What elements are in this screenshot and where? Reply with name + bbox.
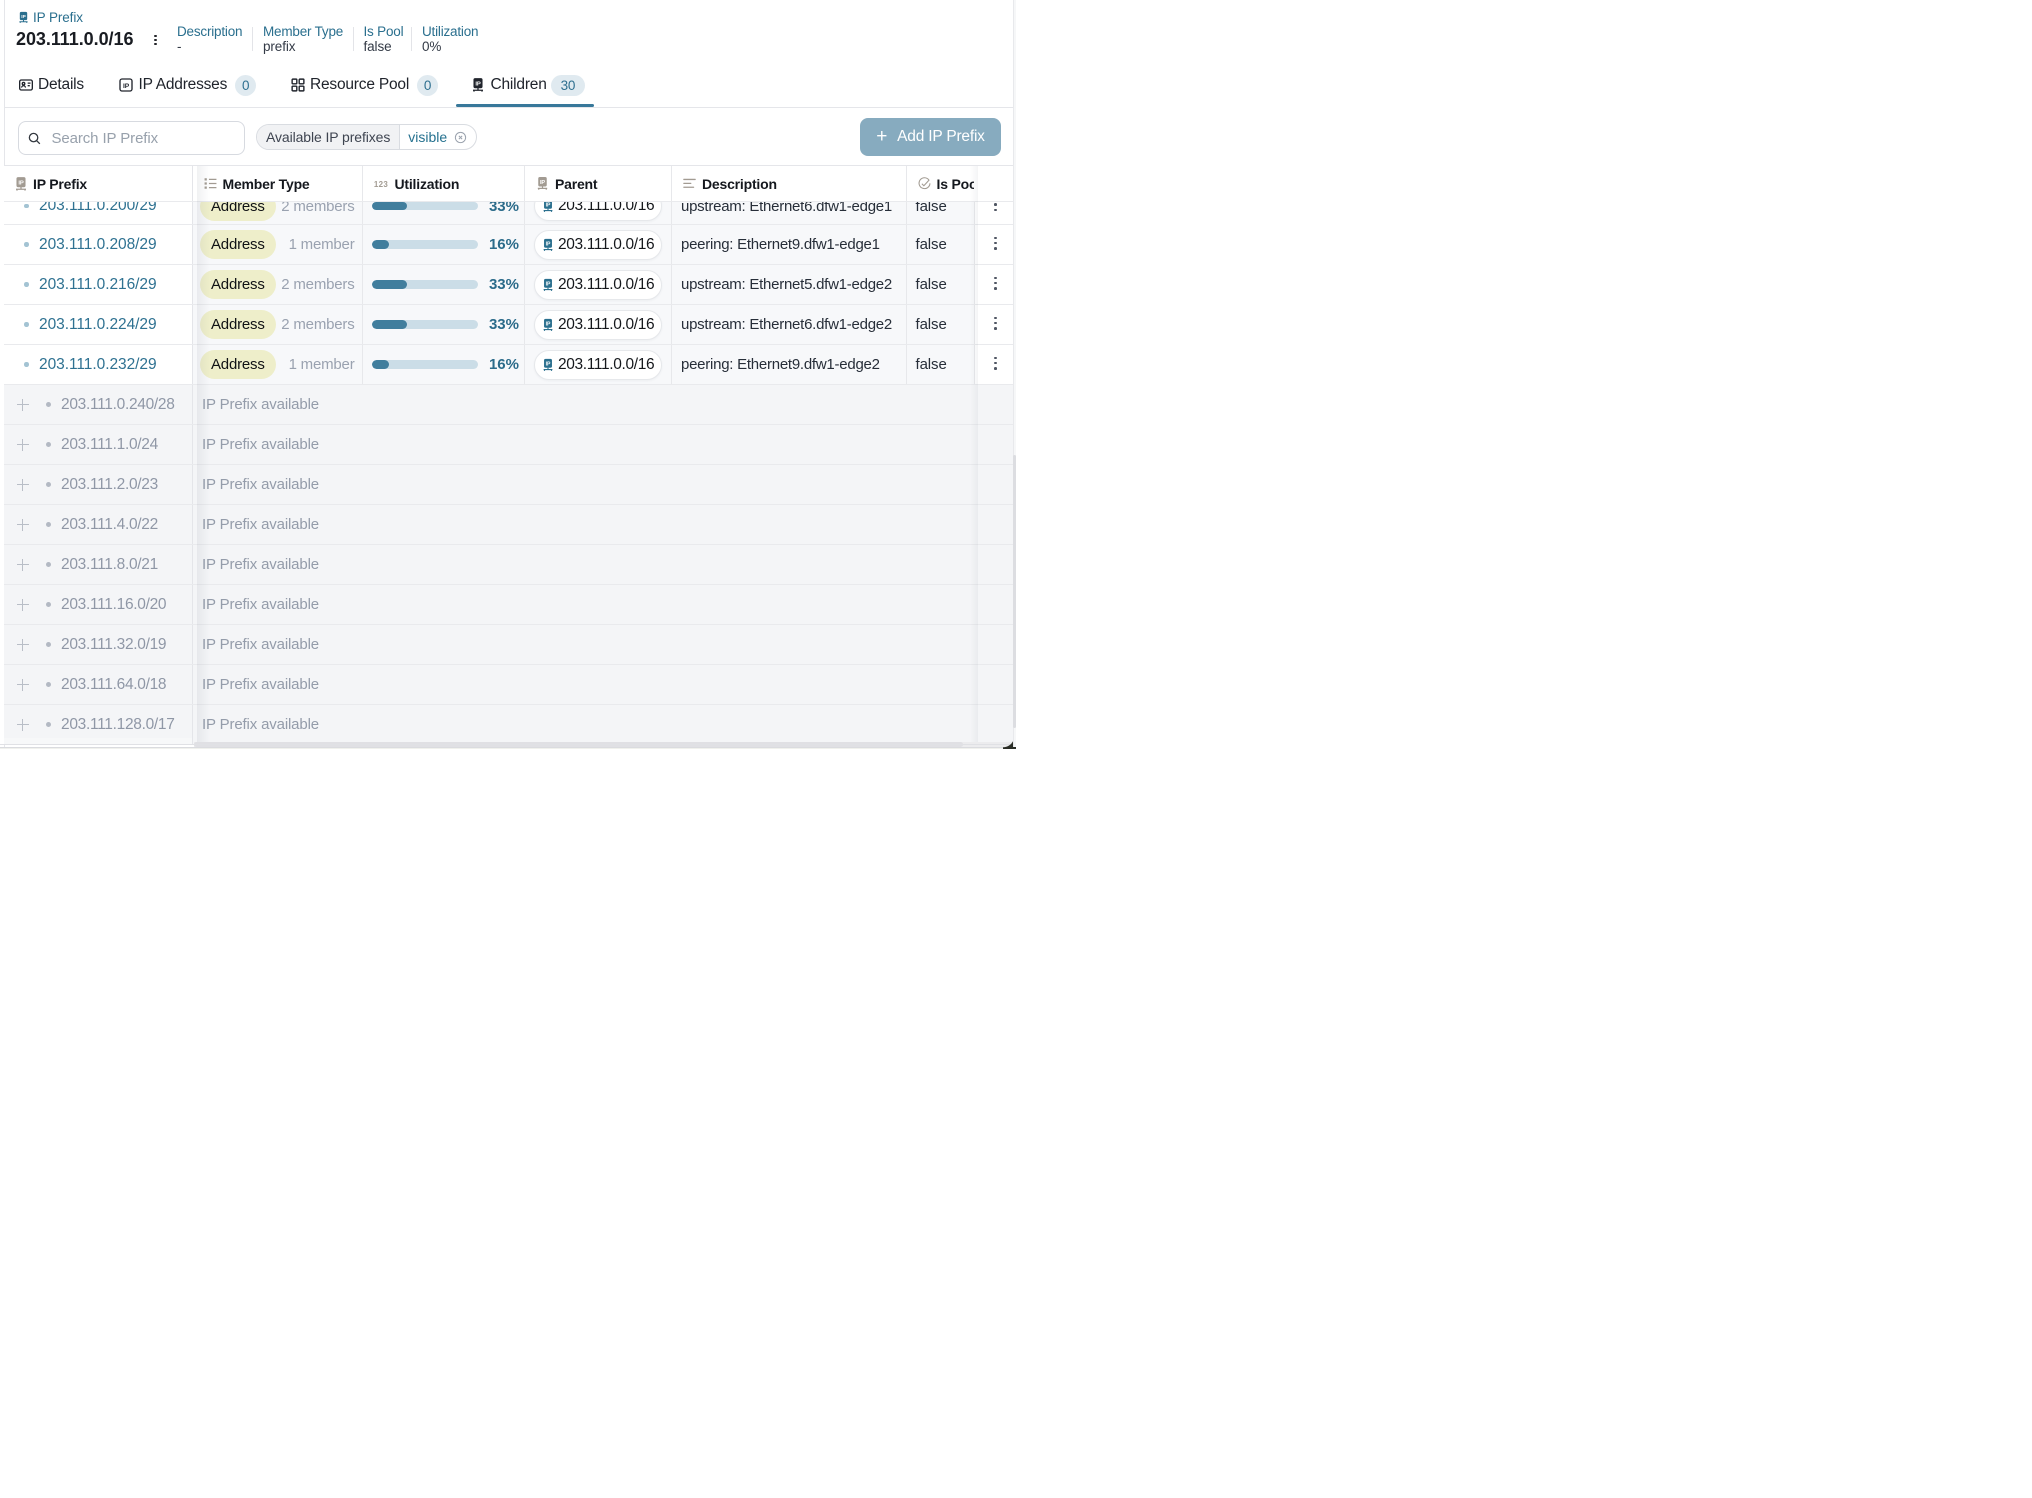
svg-text:IP: IP [545, 361, 550, 367]
svg-text:123: 123 [373, 180, 387, 189]
svg-text:IP: IP [545, 203, 550, 209]
svg-text:IP: IP [540, 180, 545, 186]
svg-text:IP: IP [18, 180, 23, 186]
svg-text:IP: IP [545, 321, 550, 327]
svg-text:IP: IP [545, 241, 550, 247]
svg-text:IP: IP [475, 82, 480, 88]
svg-text:IP: IP [21, 14, 26, 20]
svg-text:IP: IP [545, 281, 550, 287]
svg-text:IP: IP [123, 83, 130, 90]
